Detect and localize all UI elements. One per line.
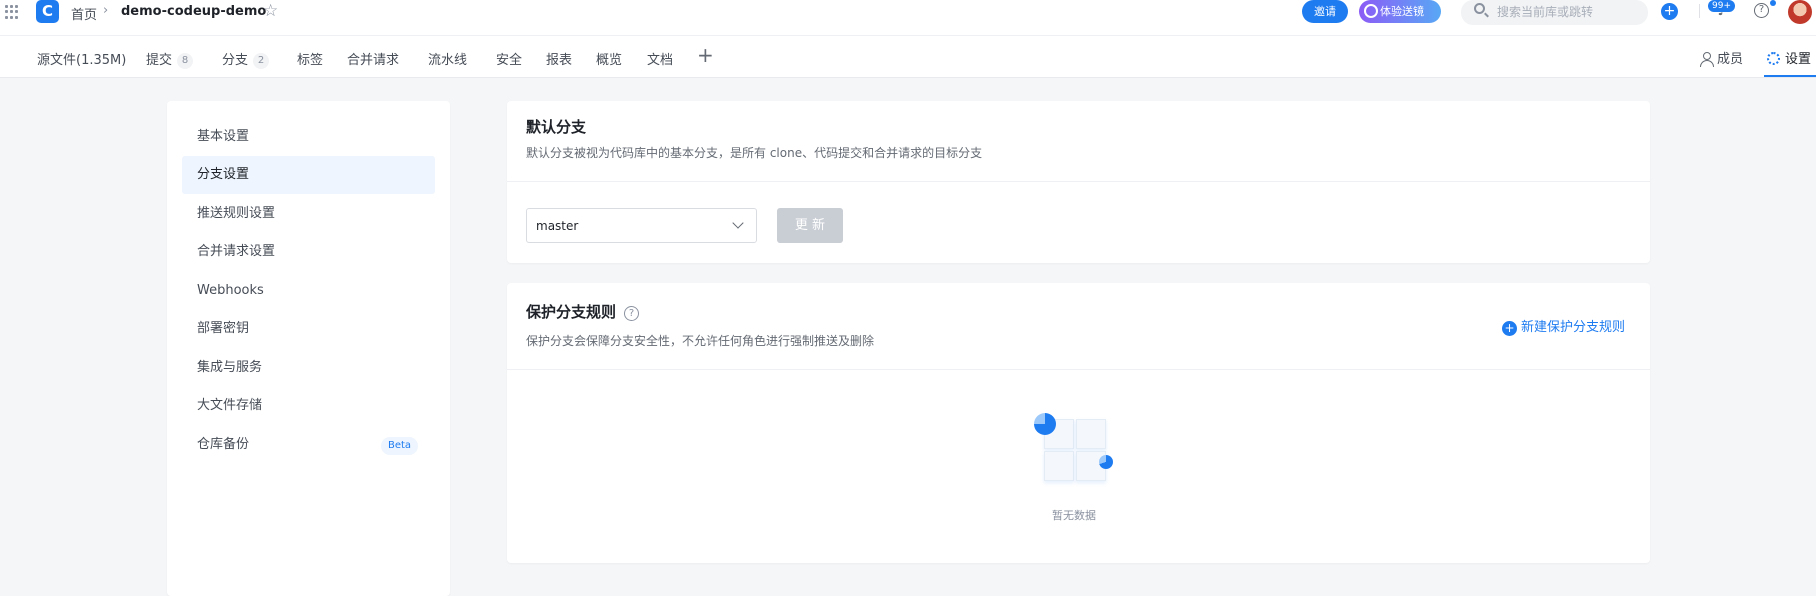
empty-state-illustration-icon — [1034, 413, 1114, 483]
sidebar-item-label: 仓库备份 — [197, 437, 250, 452]
default-branch-select[interactable]: master — [526, 208, 757, 243]
user-icon — [1700, 52, 1714, 67]
sidebar-item-branch-settings[interactable]: 分支设置 — [182, 156, 435, 194]
tab-label: 标签 — [297, 53, 324, 68]
sidebar-item-basic-settings[interactable]: 基本设置 — [182, 118, 435, 156]
protected-branches-card: 保护分支规则? 保护分支会保障分支安全性，不允许任何角色进行强制推送及删除 + 新… — [507, 283, 1650, 563]
sidebar-item-webhooks[interactable]: Webhooks — [182, 272, 435, 310]
plus-circle-icon: + — [1502, 321, 1517, 336]
tab-count: 2 — [253, 53, 270, 69]
help-circle-icon[interactable]: ? — [624, 306, 640, 321]
default-branch-title: 默认分支 — [526, 118, 587, 136]
update-button[interactable]: 更 新 — [777, 208, 843, 243]
repo-tab-bar: 源文件(1.35M) 提交 8 分支 2 标签 合并请求 流水线 安全 报表 概览 … — [0, 36, 1816, 78]
gear-icon — [1767, 52, 1780, 65]
avatar-status-dot — [1770, 0, 1776, 6]
tab-label: 流水线 — [428, 53, 468, 68]
sidebar-item-push-rules[interactable]: 推送规则设置 — [182, 195, 435, 233]
tab-source-files[interactable]: 源文件(1.35M) — [37, 49, 126, 68]
protected-branches-title: 保护分支规则 — [526, 303, 617, 321]
tab-label: 概览 — [596, 53, 623, 68]
search-input[interactable] — [1497, 3, 1637, 21]
beta-badge: Beta — [381, 437, 418, 455]
tab-count: 8 — [177, 53, 194, 69]
tab-docs[interactable]: 文档 — [647, 49, 673, 68]
search-box[interactable] — [1461, 0, 1648, 25]
experience-label: 体验送镜 — [1380, 5, 1424, 18]
breadcrumb-repo[interactable]: demo-codeup-demo — [121, 4, 266, 19]
tab-label: 源文件(1.35M) — [37, 53, 127, 68]
tab-label: 成员 — [1717, 52, 1744, 67]
settings-sidebar: 基本设置 分支设置 推送规则设置 合并请求设置 Webhooks 部署密钥 集成… — [167, 101, 450, 596]
app-grid-icon[interactable] — [5, 5, 19, 19]
default-branch-description: 默认分支被视为代码库中的基本分支，是所有 clone、代码提交和合并请求的目标分… — [526, 146, 983, 160]
tab-overview[interactable]: 概览 — [596, 49, 622, 68]
sidebar-item-deploy-keys[interactable]: 部署密钥 — [182, 310, 435, 348]
add-tab-icon[interactable]: + — [697, 43, 714, 67]
tab-label: 合并请求 — [347, 53, 400, 68]
tab-merge-requests[interactable]: 合并请求 — [347, 49, 399, 68]
selected-branch: master — [536, 219, 579, 233]
sidebar-item-integrations[interactable]: 集成与服务 — [182, 349, 435, 387]
tab-settings[interactable]: 设置 — [1767, 48, 1811, 67]
tab-label: 报表 — [546, 53, 573, 68]
tab-tags[interactable]: 标签 — [297, 49, 323, 68]
tab-pipelines[interactable]: 流水线 — [428, 49, 467, 68]
new-rule-label: 新建保护分支规则 — [1521, 320, 1626, 335]
tab-security[interactable]: 安全 — [496, 49, 522, 68]
tab-label: 文档 — [647, 53, 674, 68]
tab-label: 提交 — [146, 53, 173, 68]
tab-label: 设置 — [1785, 52, 1812, 67]
tab-label: 安全 — [496, 53, 523, 68]
active-tab-indicator — [1764, 75, 1816, 77]
new-protected-rule-button[interactable]: + 新建保护分支规则 — [1502, 316, 1625, 336]
chevron-right-icon: › — [103, 3, 109, 18]
top-bar: C 首页 › demo-codeup-demo ☆ 邀请 体验送镜 + ♪ 99… — [0, 0, 1816, 36]
tab-label: 分支 — [222, 53, 249, 68]
search-icon — [1474, 3, 1485, 14]
divider — [507, 369, 1650, 370]
sidebar-item-repo-backup[interactable]: 仓库备份 Beta — [182, 426, 435, 464]
tab-commits[interactable]: 提交 8 — [146, 49, 194, 69]
divider — [1699, 4, 1700, 18]
notification-badge: 99+ — [1708, 0, 1735, 12]
avatar[interactable] — [1788, 0, 1812, 24]
experience-button[interactable]: 体验送镜 — [1359, 0, 1441, 23]
empty-state-text: 暂无数据 — [1052, 509, 1096, 522]
experience-icon — [1364, 4, 1378, 18]
divider — [507, 181, 1650, 182]
create-plus-icon[interactable]: + — [1661, 3, 1678, 20]
tab-branches[interactable]: 分支 2 — [222, 49, 270, 69]
protected-branches-description: 保护分支会保障分支安全性，不允许任何角色进行强制推送及删除 — [526, 334, 875, 348]
chevron-down-icon — [732, 217, 744, 229]
star-icon[interactable]: ☆ — [263, 1, 278, 21]
breadcrumb-home[interactable]: 首页 — [71, 4, 97, 23]
protected-branches-title-row: 保护分支规则? — [526, 301, 640, 322]
tab-reports[interactable]: 报表 — [546, 49, 572, 68]
sidebar-item-merge-request-settings[interactable]: 合并请求设置 — [182, 233, 435, 271]
tab-members[interactable]: 成员 — [1700, 48, 1743, 67]
default-branch-card: 默认分支 默认分支被视为代码库中的基本分支，是所有 clone、代码提交和合并请… — [507, 101, 1650, 263]
sidebar-item-large-file-storage[interactable]: 大文件存储 — [182, 387, 435, 425]
invite-button[interactable]: 邀请 — [1302, 0, 1348, 23]
codeup-logo-icon[interactable]: C — [36, 0, 59, 23]
help-icon[interactable]: ? — [1754, 3, 1769, 18]
